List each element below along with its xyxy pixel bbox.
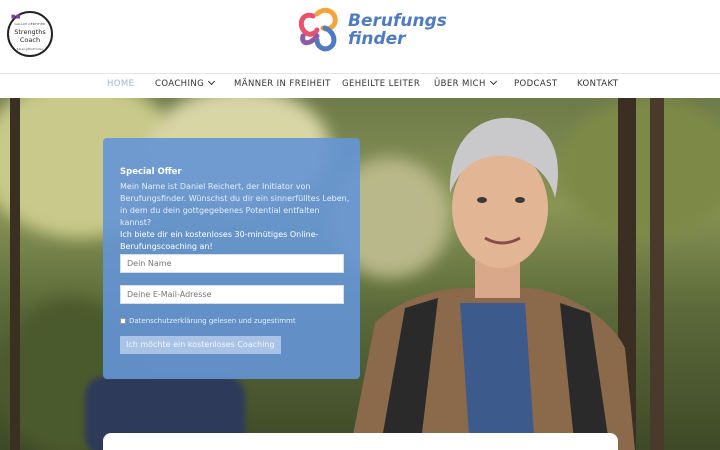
email-input[interactable] (120, 285, 344, 304)
nav-item-coaching[interactable]: COACHING (155, 77, 216, 89)
badge-top-text: GALLUP CERTIFIED (14, 22, 46, 26)
nav-item-ueber-mich[interactable]: ÜBER MICH (434, 77, 497, 89)
nav-item-geheilte-leiter[interactable]: GEHEILTE LEITER (342, 79, 420, 89)
submit-button[interactable]: Ich möchte ein kostenloses Coaching (120, 336, 281, 354)
nav-item-podcast[interactable]: PODCAST (514, 79, 558, 89)
form-offer-text: Ich biete dir ein kostenloses 30-minütig… (120, 230, 319, 251)
consent-label: Datenschutzerklärung gelesen und zugesti… (129, 317, 296, 325)
content-panel (103, 433, 618, 450)
badge-bottom-text: StrengthsFinder (16, 47, 44, 51)
consent-checkbox[interactable] (120, 318, 126, 324)
gallup-strengths-coach-badge: ■■ GALLUP CERTIFIED Strengths Coach Stre… (7, 11, 53, 57)
name-input[interactable] (120, 254, 344, 273)
logo-text-line1: Berufungs (348, 11, 447, 31)
nav-item-home[interactable]: HOME (107, 79, 134, 89)
special-offer-form: Special Offer Mein Name ist Daniel Reich… (103, 138, 360, 379)
chevron-down-icon (208, 77, 216, 86)
main-navigation: HOME COACHING MÄNNER IN FREIHEIT GEHEILT… (0, 73, 720, 98)
gallup-logo-icon: ■■ (11, 14, 21, 20)
form-intro-text: Mein Name ist Daniel Reichert, der Initi… (120, 182, 350, 227)
nav-item-maenner-in-freiheit[interactable]: MÄNNER IN FREIHEIT (234, 79, 331, 89)
logo-knot-icon (298, 7, 338, 52)
nav-item-kontakt[interactable]: KONTAKT (577, 79, 618, 89)
chevron-down-icon (489, 77, 497, 86)
berufungsfinder-logo[interactable]: Berufungs finder (295, 6, 447, 54)
badge-main-text: Strengths Coach (14, 28, 46, 44)
site-header: ■■ GALLUP CERTIFIED Strengths Coach Stre… (0, 0, 720, 73)
form-title: Special Offer (120, 167, 182, 177)
coach-portrait (350, 117, 635, 450)
logo-text-line2: finder (348, 29, 406, 49)
